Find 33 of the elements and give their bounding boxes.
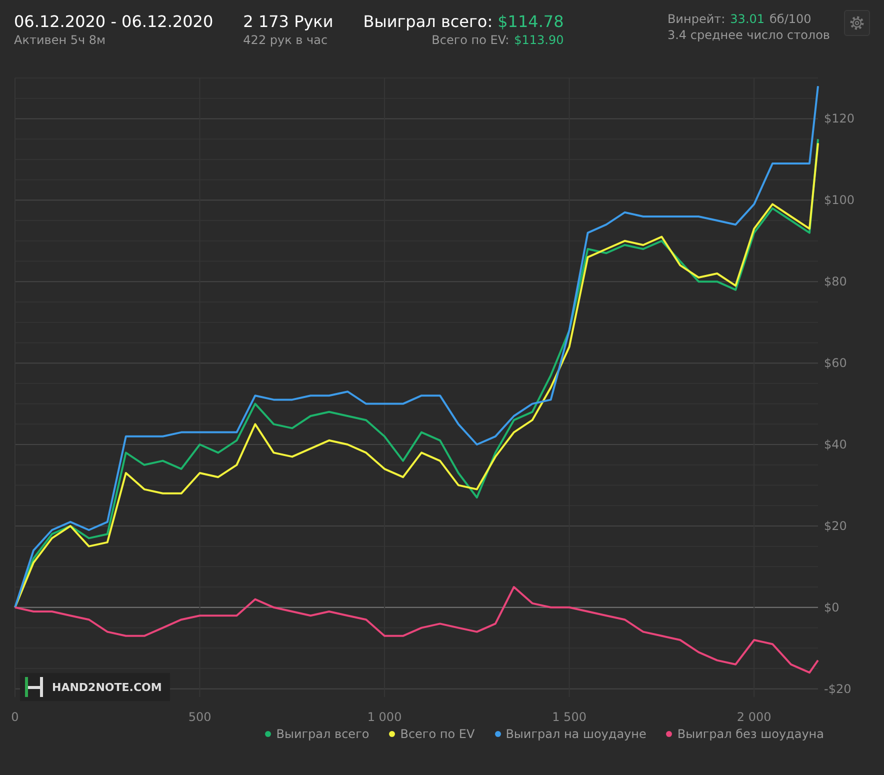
y-tick-label: $0 [824,600,840,614]
settings-icon [849,15,865,31]
x-tick-label: 1 000 [367,710,402,724]
logo-text: HAND2NOTE.COM [52,680,162,694]
winrate-unit: бб/100 [770,12,812,26]
x-tick-label: 2 000 [736,710,772,724]
logo-icon [24,676,44,698]
legend-label[interactable]: Выиграл всего [276,727,370,741]
y-tick-label: $100 [824,193,855,208]
hands-per-hour: 422 рук в час [243,33,329,47]
won-value: $114.78 [498,12,564,31]
x-tick-label: 0 [11,710,19,724]
y-tick-label: $120 [824,112,855,126]
y-tick-label: $80 [824,274,847,289]
tables-average: 3.4 среднее число столов [667,28,830,42]
winrate-label: Винрейт: [667,12,726,26]
y-tick-label: $60 [824,356,847,370]
x-tick-label: 500 [188,710,212,724]
active-time: Активен 5ч 8м [14,33,107,47]
legend-label[interactable]: Выиграл на шоудауне [506,727,646,741]
date-range: 06.12.2020 - 06.12.2020 [14,12,214,31]
ev-value: $113.90 [514,33,564,47]
winrate-value: 33.01 [730,12,765,26]
y-tick-label: $20 [824,518,847,533]
settings-button[interactable] [844,10,870,36]
ev-label: Всего по EV: [432,33,510,47]
hands-count: 2 173 Руки [243,12,334,31]
y-tick-label: -$20 [824,682,852,696]
y-tick-label: $40 [824,438,847,452]
legend-label[interactable]: Выиграл без шоудауна [677,727,824,741]
won-label: Выиграл всего: [363,12,493,31]
x-tick-label: 1 500 [552,710,586,724]
legend-label[interactable]: Всего по EV [400,727,475,741]
